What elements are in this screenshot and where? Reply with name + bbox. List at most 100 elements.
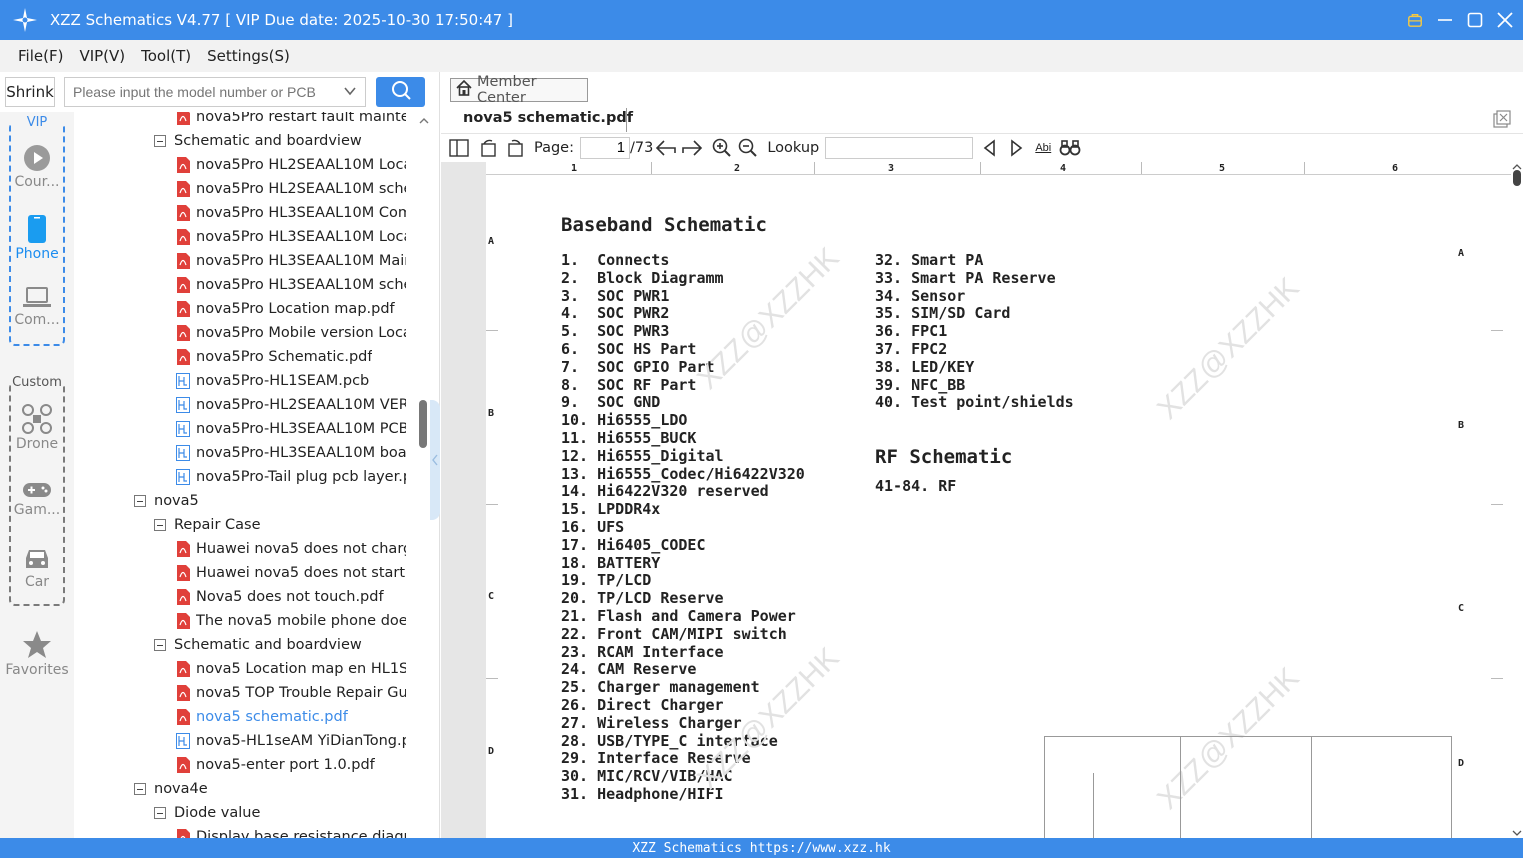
tree-file[interactable]: nova5 schematic.pdf xyxy=(176,705,406,729)
tree-file[interactable]: nova5Pro restart fault maintena xyxy=(176,112,406,129)
tree-file[interactable]: Display base resistance diagram xyxy=(176,825,406,838)
tree-item-label: nova5Pro HL2SEAAL10M scherr xyxy=(196,181,406,197)
tree-file[interactable]: nova5Pro HL3SEAAL10M Maint xyxy=(176,249,406,273)
pdf-scrollbar[interactable] xyxy=(1511,162,1523,838)
category-label: Phone xyxy=(15,246,59,262)
category-game[interactable]: Gam... xyxy=(0,480,74,518)
collapse-icon[interactable] xyxy=(134,783,146,795)
member-center-button[interactable]: Member Center xyxy=(450,74,588,106)
tree-file[interactable]: nova5Pro-Tail plug pcb layer.pc xyxy=(176,465,406,489)
pdf-file-icon xyxy=(176,325,196,341)
search-input[interactable] xyxy=(65,78,335,106)
collapse-icon[interactable] xyxy=(134,495,146,507)
tree-item-label: Huawei nova5 does not charge. xyxy=(196,541,406,557)
tree-file[interactable]: Huawei nova5 does not start up xyxy=(176,561,406,585)
rotate-right-icon[interactable] xyxy=(502,136,528,160)
tree-file[interactable]: nova5Pro-HL3SEAAL10M PCB la xyxy=(176,417,406,441)
collapse-icon[interactable] xyxy=(154,639,166,651)
tree-folder[interactable]: Schematic and boardview xyxy=(154,129,406,153)
search-button[interactable] xyxy=(376,77,425,107)
zoom-in-icon[interactable] xyxy=(709,136,735,160)
tree-file[interactable]: nova5Pro-HL3SEAAL10M board xyxy=(176,441,406,465)
collapse-icon[interactable] xyxy=(154,519,166,531)
close-button[interactable] xyxy=(1497,12,1513,28)
shrink-button[interactable]: Shrink xyxy=(5,77,55,107)
page-number-input[interactable] xyxy=(580,137,630,159)
tree-file[interactable]: nova5 Location map en HL1SEA xyxy=(176,657,406,681)
pdf-file-icon xyxy=(176,829,196,838)
menu-file[interactable]: File(F) xyxy=(18,47,63,65)
collapse-panel-handle[interactable] xyxy=(430,400,440,520)
tree-file[interactable]: nova5Pro Mobile version Locati xyxy=(176,321,406,345)
tree-file[interactable]: nova5-HL1seAM YiDianTong.pc xyxy=(176,729,406,753)
category-label: Drone xyxy=(15,436,59,452)
tree-file[interactable]: nova5Pro HL3SEAAL10M Locati xyxy=(176,225,406,249)
tree-file[interactable]: Nova5 does not touch.pdf xyxy=(176,585,406,609)
tree-folder[interactable]: nova5 xyxy=(134,489,406,513)
menu-tool[interactable]: Tool(T) xyxy=(141,47,191,65)
tree-file[interactable]: nova5Pro-HL1SEAM.pcb xyxy=(176,369,406,393)
search-combobox[interactable] xyxy=(64,77,366,107)
tree-file[interactable]: nova5-enter port 1.0.pdf xyxy=(176,753,406,777)
category-phone[interactable]: Phone xyxy=(0,214,74,262)
tree-file[interactable]: nova5 TOP Trouble Repair Guid xyxy=(176,681,406,705)
collapse-icon[interactable] xyxy=(154,135,166,147)
tree-file[interactable]: Huawei nova5 does not charge. xyxy=(176,537,406,561)
find-all-icon[interactable] xyxy=(1057,136,1083,160)
frame-column-number: 4 xyxy=(1060,163,1067,174)
close-tab-icon[interactable] xyxy=(1493,110,1511,132)
frame-row-letter: C xyxy=(1458,603,1465,614)
category-car[interactable]: Car xyxy=(0,546,74,590)
tree-item-label: nova5Pro-HL3SEAAL10M PCB la xyxy=(196,421,406,437)
pdf-file-icon xyxy=(176,565,196,581)
frame-column-divider xyxy=(651,162,652,174)
menu-settings[interactable]: Settings(S) xyxy=(207,47,290,65)
menu-vip[interactable]: VIP(V) xyxy=(79,47,125,65)
category-label: Favorites xyxy=(5,662,69,678)
pcb-file-icon xyxy=(176,421,196,437)
match-case-icon[interactable]: Abi xyxy=(1029,136,1057,160)
star-icon xyxy=(0,630,74,660)
phone-icon xyxy=(0,214,74,244)
tree-scrollbar[interactable] xyxy=(416,112,430,838)
sidebar-toggle-icon[interactable] xyxy=(446,136,472,160)
maximize-button[interactable] xyxy=(1467,12,1483,28)
tree-folder[interactable]: nova4e xyxy=(134,777,406,801)
tree-item-label: nova4e xyxy=(154,781,208,797)
vip-bag-icon[interactable] xyxy=(1407,12,1423,28)
pdf-scrollbar-thumb[interactable] xyxy=(1513,170,1521,186)
category-computer[interactable]: Com... xyxy=(0,286,74,328)
next-page-icon[interactable] xyxy=(679,136,705,160)
previous-page-icon[interactable] xyxy=(653,136,679,160)
tree-scrollbar-thumb[interactable] xyxy=(419,400,427,448)
category-label: Cour... xyxy=(14,174,60,190)
tree-file[interactable]: nova5Pro Schematic.pdf xyxy=(176,345,406,369)
find-previous-icon[interactable] xyxy=(977,136,1003,160)
collapse-icon[interactable] xyxy=(154,807,166,819)
file-tree: nova5Pro restart fault maintena Schematic… xyxy=(74,112,416,838)
zoom-out-icon[interactable] xyxy=(735,136,761,160)
tree-file[interactable]: The nova5 mobile phone does i xyxy=(176,609,406,633)
pdf-viewport[interactable]: Baseband Schematic 1. Connects 2. Block … xyxy=(441,162,1523,838)
tree-folder[interactable]: Diode value xyxy=(154,801,406,825)
category-drone[interactable]: Drone xyxy=(0,404,74,452)
rotate-left-icon[interactable] xyxy=(476,136,502,160)
minimize-button[interactable] xyxy=(1437,12,1453,28)
tree-file[interactable]: nova5Pro HL2SEAAL10M scherr xyxy=(176,177,406,201)
tree-file[interactable]: nova5Pro HL3SEAAL10M scherr xyxy=(176,273,406,297)
tree-file[interactable]: nova5Pro HL2SEAAL10M Locati xyxy=(176,153,406,177)
category-course[interactable]: Cour... xyxy=(0,144,74,190)
category-favorites[interactable]: Favorites xyxy=(0,630,74,678)
lookup-input[interactable] xyxy=(825,137,974,159)
find-next-icon[interactable] xyxy=(1003,136,1029,160)
frame-row-divider xyxy=(486,678,498,679)
tab-nova5-schematic[interactable]: nova5 schematic.pdf xyxy=(463,110,633,126)
tree-item-label: nova5Pro restart fault maintena xyxy=(196,112,406,125)
tree-folder[interactable]: Repair Case xyxy=(154,513,406,537)
tree-folder[interactable]: Schematic and boardview xyxy=(154,633,406,657)
chevron-down-icon[interactable] xyxy=(343,84,357,102)
tree-file[interactable]: nova5Pro-HL2SEAAL10M VER.C xyxy=(176,393,406,417)
frame-row-divider xyxy=(1491,678,1503,679)
tree-file[interactable]: nova5Pro HL3SEAAL10M Comp xyxy=(176,201,406,225)
tree-file[interactable]: nova5Pro Location map.pdf xyxy=(176,297,406,321)
